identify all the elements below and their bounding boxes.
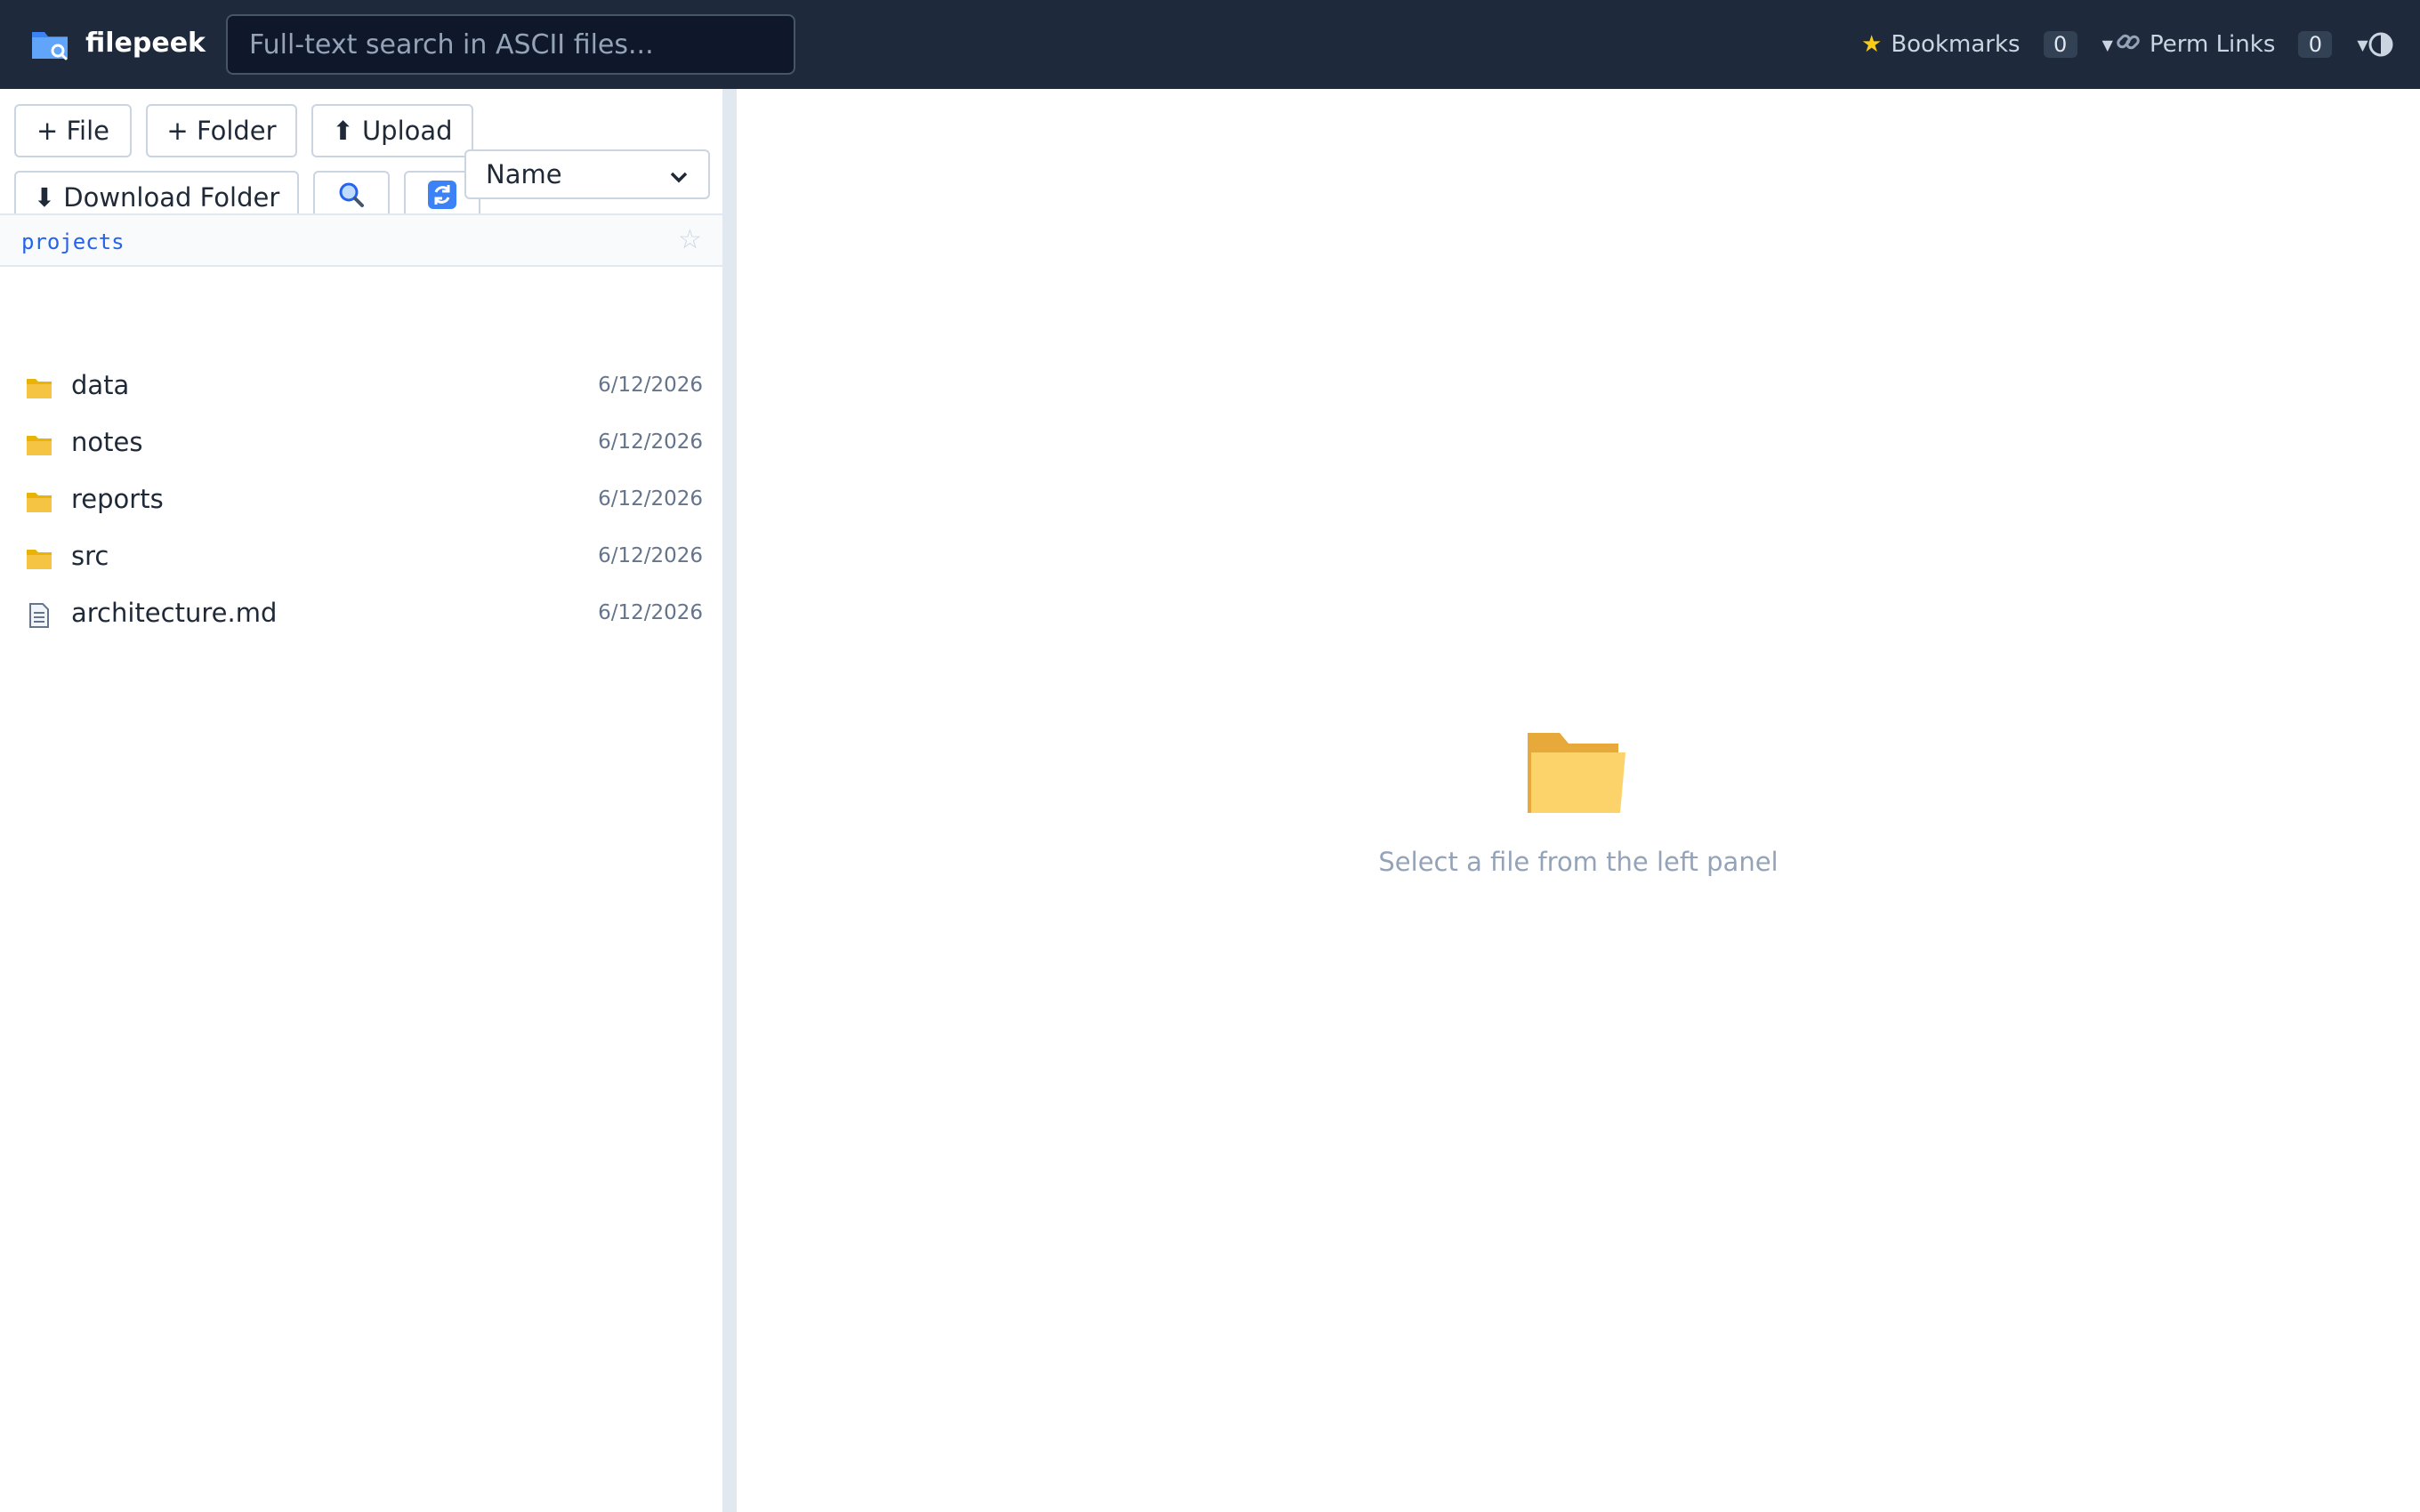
sort-select[interactable]: Name <box>464 149 710 199</box>
folder-icon <box>25 430 53 459</box>
folder-icon <box>25 487 53 516</box>
file-date: 6/12/2026 <box>598 544 703 567</box>
bookmarks-count: 0 <box>2043 31 2077 58</box>
chevron-down-icon[interactable]: ▼ <box>2102 36 2113 53</box>
file-date: 6/12/2026 <box>598 601 703 624</box>
folder-icon <box>1522 722 1629 820</box>
empty-state-message: Select a file from the left panel <box>1378 847 1779 877</box>
refresh-icon <box>427 180 457 216</box>
list-item[interactable]: data 6/12/2026 <box>0 361 722 418</box>
top-bar: filepeek ★ Bookmarks 0 ▼ Perm Links 0 ▼ <box>0 0 2420 89</box>
sort-selected-value: Name <box>486 159 562 189</box>
search-icon <box>337 181 366 215</box>
bookmarks-menu[interactable]: ★ Bookmarks 0 ▼ <box>1861 0 2113 89</box>
file-browser-panel <box>0 89 722 1512</box>
list-item[interactable]: notes 6/12/2026 <box>0 418 722 475</box>
perm-links-count: 0 <box>2298 31 2333 58</box>
app-name[interactable]: filepeek <box>85 25 206 62</box>
folder-icon <box>25 374 53 402</box>
list-item[interactable]: src 6/12/2026 <box>0 532 722 589</box>
file-date: 6/12/2026 <box>598 430 703 454</box>
upload-button[interactable]: ⬆ Upload <box>311 104 473 157</box>
breadcrumb-item-projects[interactable]: projects <box>21 229 125 254</box>
perm-links-label: Perm Links <box>2150 31 2276 58</box>
list-item[interactable]: reports 6/12/2026 <box>0 475 722 532</box>
star-icon: ★ <box>1861 31 1883 58</box>
file-date: 6/12/2026 <box>598 487 703 511</box>
app-logo-icon[interactable] <box>30 25 69 64</box>
link-icon <box>2116 29 2141 60</box>
file-name: reports <box>71 484 164 514</box>
new-folder-button[interactable]: + Folder <box>146 104 297 157</box>
document-icon <box>25 601 53 630</box>
bookmarks-label: Bookmarks <box>1891 31 2021 58</box>
perm-links-menu[interactable]: Perm Links 0 ▼ <box>2116 0 2368 89</box>
file-name: architecture.md <box>71 598 278 628</box>
chevron-down-icon <box>669 159 689 189</box>
file-name: src <box>71 541 109 571</box>
new-file-button[interactable]: + File <box>14 104 132 157</box>
search-input[interactable] <box>226 14 795 75</box>
list-item[interactable]: architecture.md 6/12/2026 <box>0 589 722 646</box>
file-preview-panel: Select a file from the left panel <box>737 89 2420 1512</box>
panel-resize-handle[interactable] <box>722 89 737 1512</box>
breadcrumb: projects ☆ <box>0 213 722 267</box>
file-name: data <box>71 370 130 400</box>
theme-toggle-icon[interactable] <box>2363 27 2399 62</box>
file-date: 6/12/2026 <box>598 374 703 397</box>
bookmark-star-icon[interactable]: ☆ <box>678 224 702 255</box>
folder-icon <box>25 544 53 573</box>
file-name: notes <box>71 427 143 457</box>
